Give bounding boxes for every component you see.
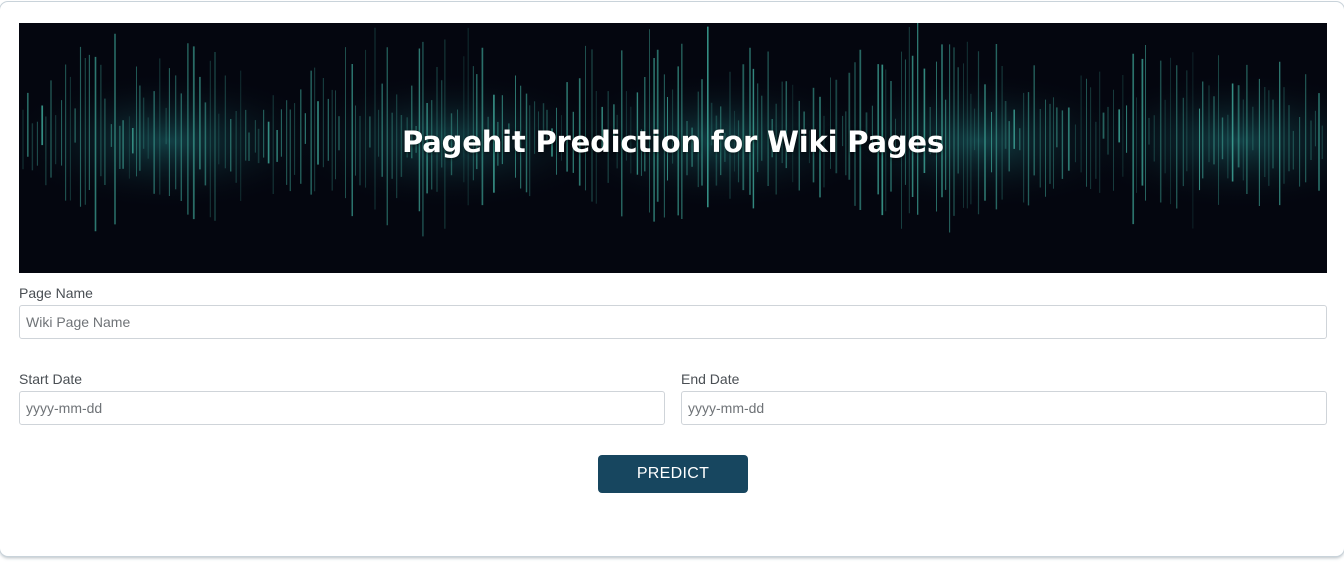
header-banner: Pagehit Prediction for Wiki Pages <box>19 23 1327 273</box>
page-name-label: Page Name <box>19 285 93 301</box>
page-name-input[interactable] <box>19 305 1327 339</box>
end-date-input[interactable] <box>681 391 1327 425</box>
predict-button[interactable]: PREDICT <box>598 455 748 493</box>
start-date-label: Start Date <box>19 371 83 387</box>
end-date-label: End Date <box>681 371 740 387</box>
prediction-card: Pagehit Prediction for Wiki Pages Page N… <box>0 2 1344 556</box>
page-title: Pagehit Prediction for Wiki Pages <box>402 125 944 159</box>
start-date-input[interactable] <box>19 391 665 425</box>
